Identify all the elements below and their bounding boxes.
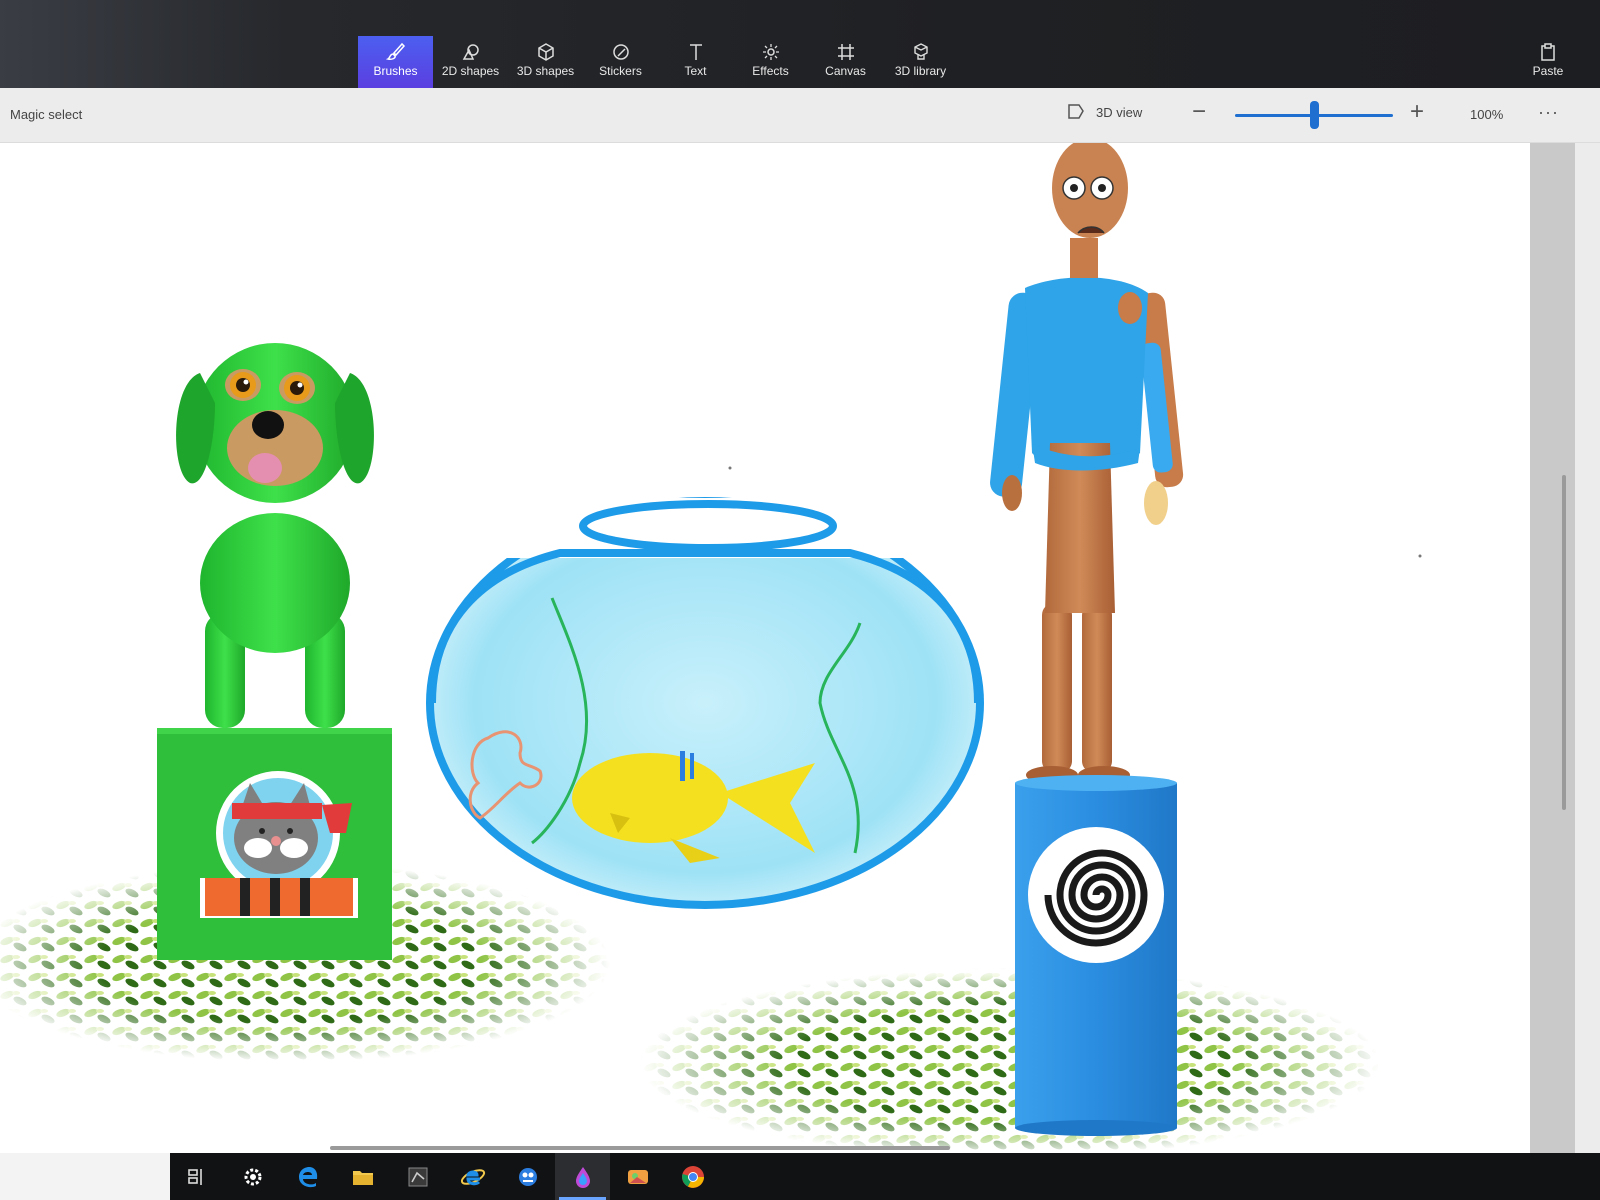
tool-tabs: Brushes 2D shapes 3D shapes Stickers Tex… xyxy=(358,36,958,88)
2d-shapes-icon xyxy=(462,44,479,60)
tool-3d-shapes[interactable]: 3D shapes xyxy=(508,36,583,88)
app-button[interactable] xyxy=(390,1153,445,1200)
settings-button[interactable] xyxy=(225,1153,280,1200)
tool-label: 3D library xyxy=(894,64,947,78)
zoom-in-button[interactable]: + xyxy=(1410,100,1424,124)
tool-label: Canvas xyxy=(825,64,866,78)
chrome-button[interactable] xyxy=(665,1153,720,1200)
tool-text[interactable]: Text xyxy=(658,36,733,88)
drawing-canvas[interactable] xyxy=(0,143,1530,1153)
3d-shapes-icon xyxy=(537,43,554,61)
stickers-icon xyxy=(612,44,629,60)
3d-view-label: 3D view xyxy=(1096,104,1143,120)
tool-label: 3D shapes xyxy=(516,64,575,78)
top-ribbon: Brushes 2D shapes 3D shapes Stickers Tex… xyxy=(0,0,1600,88)
internet-explorer-button[interactable] xyxy=(445,1153,500,1200)
fish-bowl[interactable] xyxy=(426,497,984,909)
taskbar xyxy=(170,1153,1600,1200)
tool-2d-shapes[interactable]: 2D shapes xyxy=(433,36,508,88)
edge-button[interactable] xyxy=(280,1153,335,1200)
tool-label: Effects xyxy=(752,64,789,78)
taskbar-gap xyxy=(0,1153,170,1200)
file-explorer-button[interactable] xyxy=(335,1153,390,1200)
standing-man[interactable] xyxy=(989,143,1185,784)
tool-label: Text xyxy=(684,64,707,78)
spiral-cylinder[interactable] xyxy=(1015,775,1177,1136)
green-dog[interactable] xyxy=(176,343,374,728)
tool-label: Stickers xyxy=(599,64,642,78)
edge-icon xyxy=(298,1166,317,1187)
photos-button[interactable] xyxy=(610,1153,665,1200)
app-icon xyxy=(408,1167,427,1186)
photos-icon xyxy=(627,1169,648,1184)
tool-label: Brushes xyxy=(373,64,418,78)
text-icon xyxy=(689,44,702,60)
side-panel-edge xyxy=(1575,143,1600,1153)
tool-stickers[interactable]: Stickers xyxy=(583,36,658,88)
paste-label: Paste xyxy=(1532,64,1564,78)
more-options-button[interactable]: ··· xyxy=(1538,102,1559,123)
3d-view-toggle[interactable]: 3D view xyxy=(1066,102,1142,122)
tool-effects[interactable]: Effects xyxy=(733,36,808,88)
task-view-icon xyxy=(187,1168,202,1185)
internet-explorer-icon xyxy=(460,1168,485,1185)
task-view-button[interactable] xyxy=(170,1153,225,1200)
paint-bug-button[interactable] xyxy=(500,1153,555,1200)
canvas-icon xyxy=(837,44,854,60)
zoom-out-button[interactable]: − xyxy=(1192,100,1206,124)
horizontal-scrollbar[interactable] xyxy=(330,1146,950,1150)
tool-3d-library[interactable]: 3D library xyxy=(883,36,958,88)
3d-library-icon xyxy=(913,43,928,60)
spiral-sticker-icon xyxy=(1028,827,1164,963)
magic-select-button[interactable]: Magic select xyxy=(10,107,82,122)
zoom-slider-thumb[interactable] xyxy=(1309,101,1319,129)
speck xyxy=(728,466,732,470)
tool-canvas[interactable]: Canvas xyxy=(808,36,883,88)
cat-sticker-cube[interactable] xyxy=(157,728,392,960)
tool-label: 2D shapes xyxy=(441,64,500,78)
secondary-toolbar: Magic select 3D view − + 100% ··· xyxy=(0,88,1600,143)
chrome-icon xyxy=(681,1165,704,1188)
paste-button[interactable]: Paste xyxy=(1518,36,1578,88)
canvas-scene xyxy=(0,143,1422,1153)
paint-bug-icon xyxy=(518,1167,537,1186)
3d-view-icon xyxy=(1068,104,1084,119)
speck xyxy=(1418,554,1422,558)
settings-icon xyxy=(244,1168,261,1185)
paste-icon xyxy=(1541,43,1555,61)
canvas-margin xyxy=(1530,143,1575,1153)
effects-icon xyxy=(762,44,779,60)
vertical-scrollbar[interactable] xyxy=(1562,475,1566,810)
tool-brushes[interactable]: Brushes xyxy=(358,36,433,88)
file-explorer-icon xyxy=(352,1170,373,1185)
zoom-value: 100% xyxy=(1470,107,1504,122)
grass-patch-right[interactable] xyxy=(640,968,1380,1153)
paint-3d-button[interactable] xyxy=(555,1153,610,1200)
paint-3d-icon xyxy=(575,1166,590,1188)
brush-icon xyxy=(385,42,405,60)
